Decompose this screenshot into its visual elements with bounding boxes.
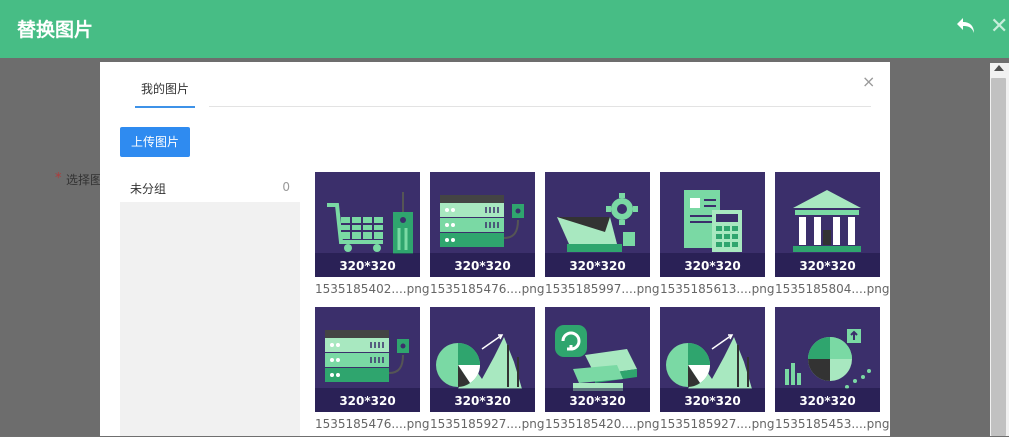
image-card[interactable]: 320*320 1535185476....png (430, 172, 544, 302)
field-label: 选择图 (66, 173, 103, 187)
image-filename: 1535185927....png (660, 417, 775, 431)
image-dimensions: 320*320 (799, 394, 856, 408)
window-header: 替换图片 ✕ (0, 0, 1009, 58)
scroll-thumb[interactable] (991, 78, 1006, 436)
image-filename: 1535185804....png (775, 282, 890, 296)
image-thumbnail: 320*320 (315, 172, 420, 277)
image-filename: 1535185927....png (430, 417, 545, 431)
required-mark: * (55, 171, 62, 186)
group-count: 0 (282, 180, 290, 194)
undo-arrow-icon (957, 18, 974, 33)
group-item-ungrouped[interactable]: 未分组 0 (120, 172, 300, 202)
image-dimensions: 320*320 (569, 394, 626, 408)
image-card[interactable]: 320*320 1535185804....png (775, 172, 889, 302)
image-filename: 1535185402....png (315, 282, 430, 296)
image-filename: 1535185453....png (775, 417, 890, 431)
image-thumbnail: 320*320 (430, 307, 535, 412)
image-card[interactable]: 320*320 1535185402....png (315, 172, 429, 302)
image-thumbnail: 320*320 (660, 172, 765, 277)
back-button[interactable] (954, 14, 978, 38)
image-filename: 1535185997....png (545, 282, 660, 296)
image-thumbnail: 320*320 (545, 307, 650, 412)
modal-close-button[interactable]: × (862, 72, 876, 92)
close-icon: × (862, 72, 876, 91)
image-thumbnail: 320*320 (775, 307, 880, 412)
image-dimensions: 320*320 (684, 259, 741, 273)
close-window-button[interactable]: ✕ (990, 14, 1008, 40)
image-dimensions: 320*320 (454, 394, 511, 408)
tab-my-images[interactable]: 我的图片 (135, 76, 195, 108)
image-thumbnail: 320*320 (660, 307, 765, 412)
image-dimensions: 320*320 (799, 259, 856, 273)
image-dimensions: 320*320 (569, 259, 626, 273)
image-dimensions: 320*320 (339, 394, 396, 408)
upload-image-button[interactable]: 上传图片 (120, 127, 190, 157)
image-thumbnail: 320*320 (775, 172, 880, 277)
image-card[interactable]: 320*320 1535185453....png (775, 307, 889, 437)
window-title: 替换图片 (17, 19, 94, 41)
group-sidebar: 未分组 0 (120, 172, 300, 436)
image-filename: 1535185476....png (315, 417, 430, 431)
image-thumbnail: 320*320 (315, 307, 420, 412)
image-card[interactable]: 320*320 1535185476....png (315, 307, 429, 437)
scroll-up-arrow-icon[interactable] (994, 65, 1004, 71)
image-thumbnail: 320*320 (430, 172, 535, 277)
image-grid: 320*320 1535185402....png 320*320 153518… (315, 172, 890, 436)
page-scrollbar[interactable] (990, 63, 1009, 436)
image-card[interactable]: 320*320 1535185927....png (660, 307, 774, 437)
image-card[interactable]: 320*320 1535185927....png (430, 307, 544, 437)
image-dimensions: 320*320 (454, 259, 511, 273)
image-picker-modal: 我的图片 × 上传图片 未分组 0 320*320 1535185402....… (100, 62, 890, 436)
image-card[interactable]: 320*320 1535185997....png (545, 172, 659, 302)
group-name: 未分组 (130, 182, 167, 196)
image-filename: 1535185476....png (430, 282, 545, 296)
image-dimensions: 320*320 (339, 259, 396, 273)
close-icon: ✕ (990, 14, 1009, 39)
image-dimensions: 320*320 (684, 394, 741, 408)
image-thumbnail: 320*320 (545, 172, 650, 277)
image-filename: 1535185613....png (660, 282, 775, 296)
image-card[interactable]: 320*320 1535185420....png (545, 307, 659, 437)
image-card[interactable]: 320*320 1535185613....png (660, 172, 774, 302)
image-filename: 1535185420....png (545, 417, 660, 431)
tab-divider (209, 106, 871, 107)
